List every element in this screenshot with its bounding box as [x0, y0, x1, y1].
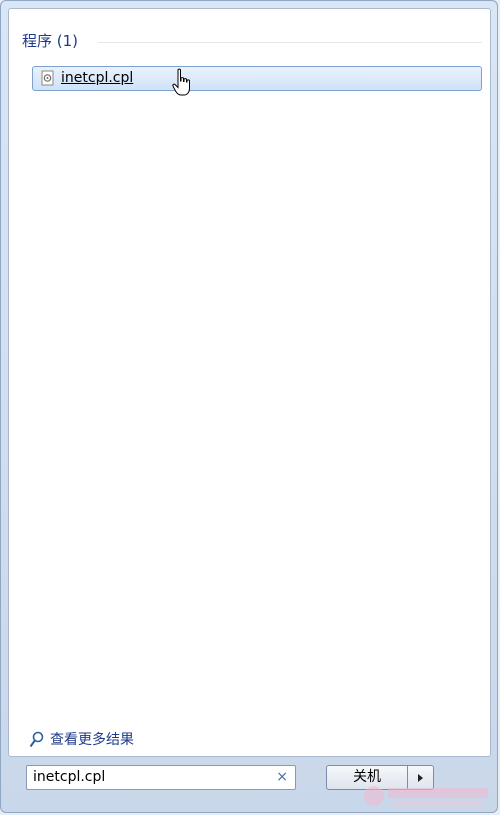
start-menu: 程序 (1) inetcpl.cpl 查看更多结果 inetcpl.cpl × …	[0, 0, 498, 813]
see-more-results-label: 查看更多结果	[50, 732, 134, 748]
results-group-header: 程序 (1)	[22, 31, 482, 51]
result-item-label: inetcpl.cpl	[61, 70, 134, 86]
search-results-panel: 程序 (1) inetcpl.cpl 查看更多结果	[8, 8, 491, 757]
search-input[interactable]: inetcpl.cpl ×	[26, 765, 296, 790]
hand-cursor-icon	[172, 68, 190, 96]
group-title: 程序 (1)	[22, 32, 79, 50]
magnifier-icon	[29, 731, 45, 749]
control-panel-file-icon	[40, 70, 56, 86]
watermark-logo	[364, 786, 488, 806]
group-divider	[98, 42, 482, 43]
clear-search-button[interactable]: ×	[276, 769, 288, 786]
result-item-inetcpl[interactable]: inetcpl.cpl	[32, 66, 482, 91]
search-input-value: inetcpl.cpl	[33, 769, 106, 785]
